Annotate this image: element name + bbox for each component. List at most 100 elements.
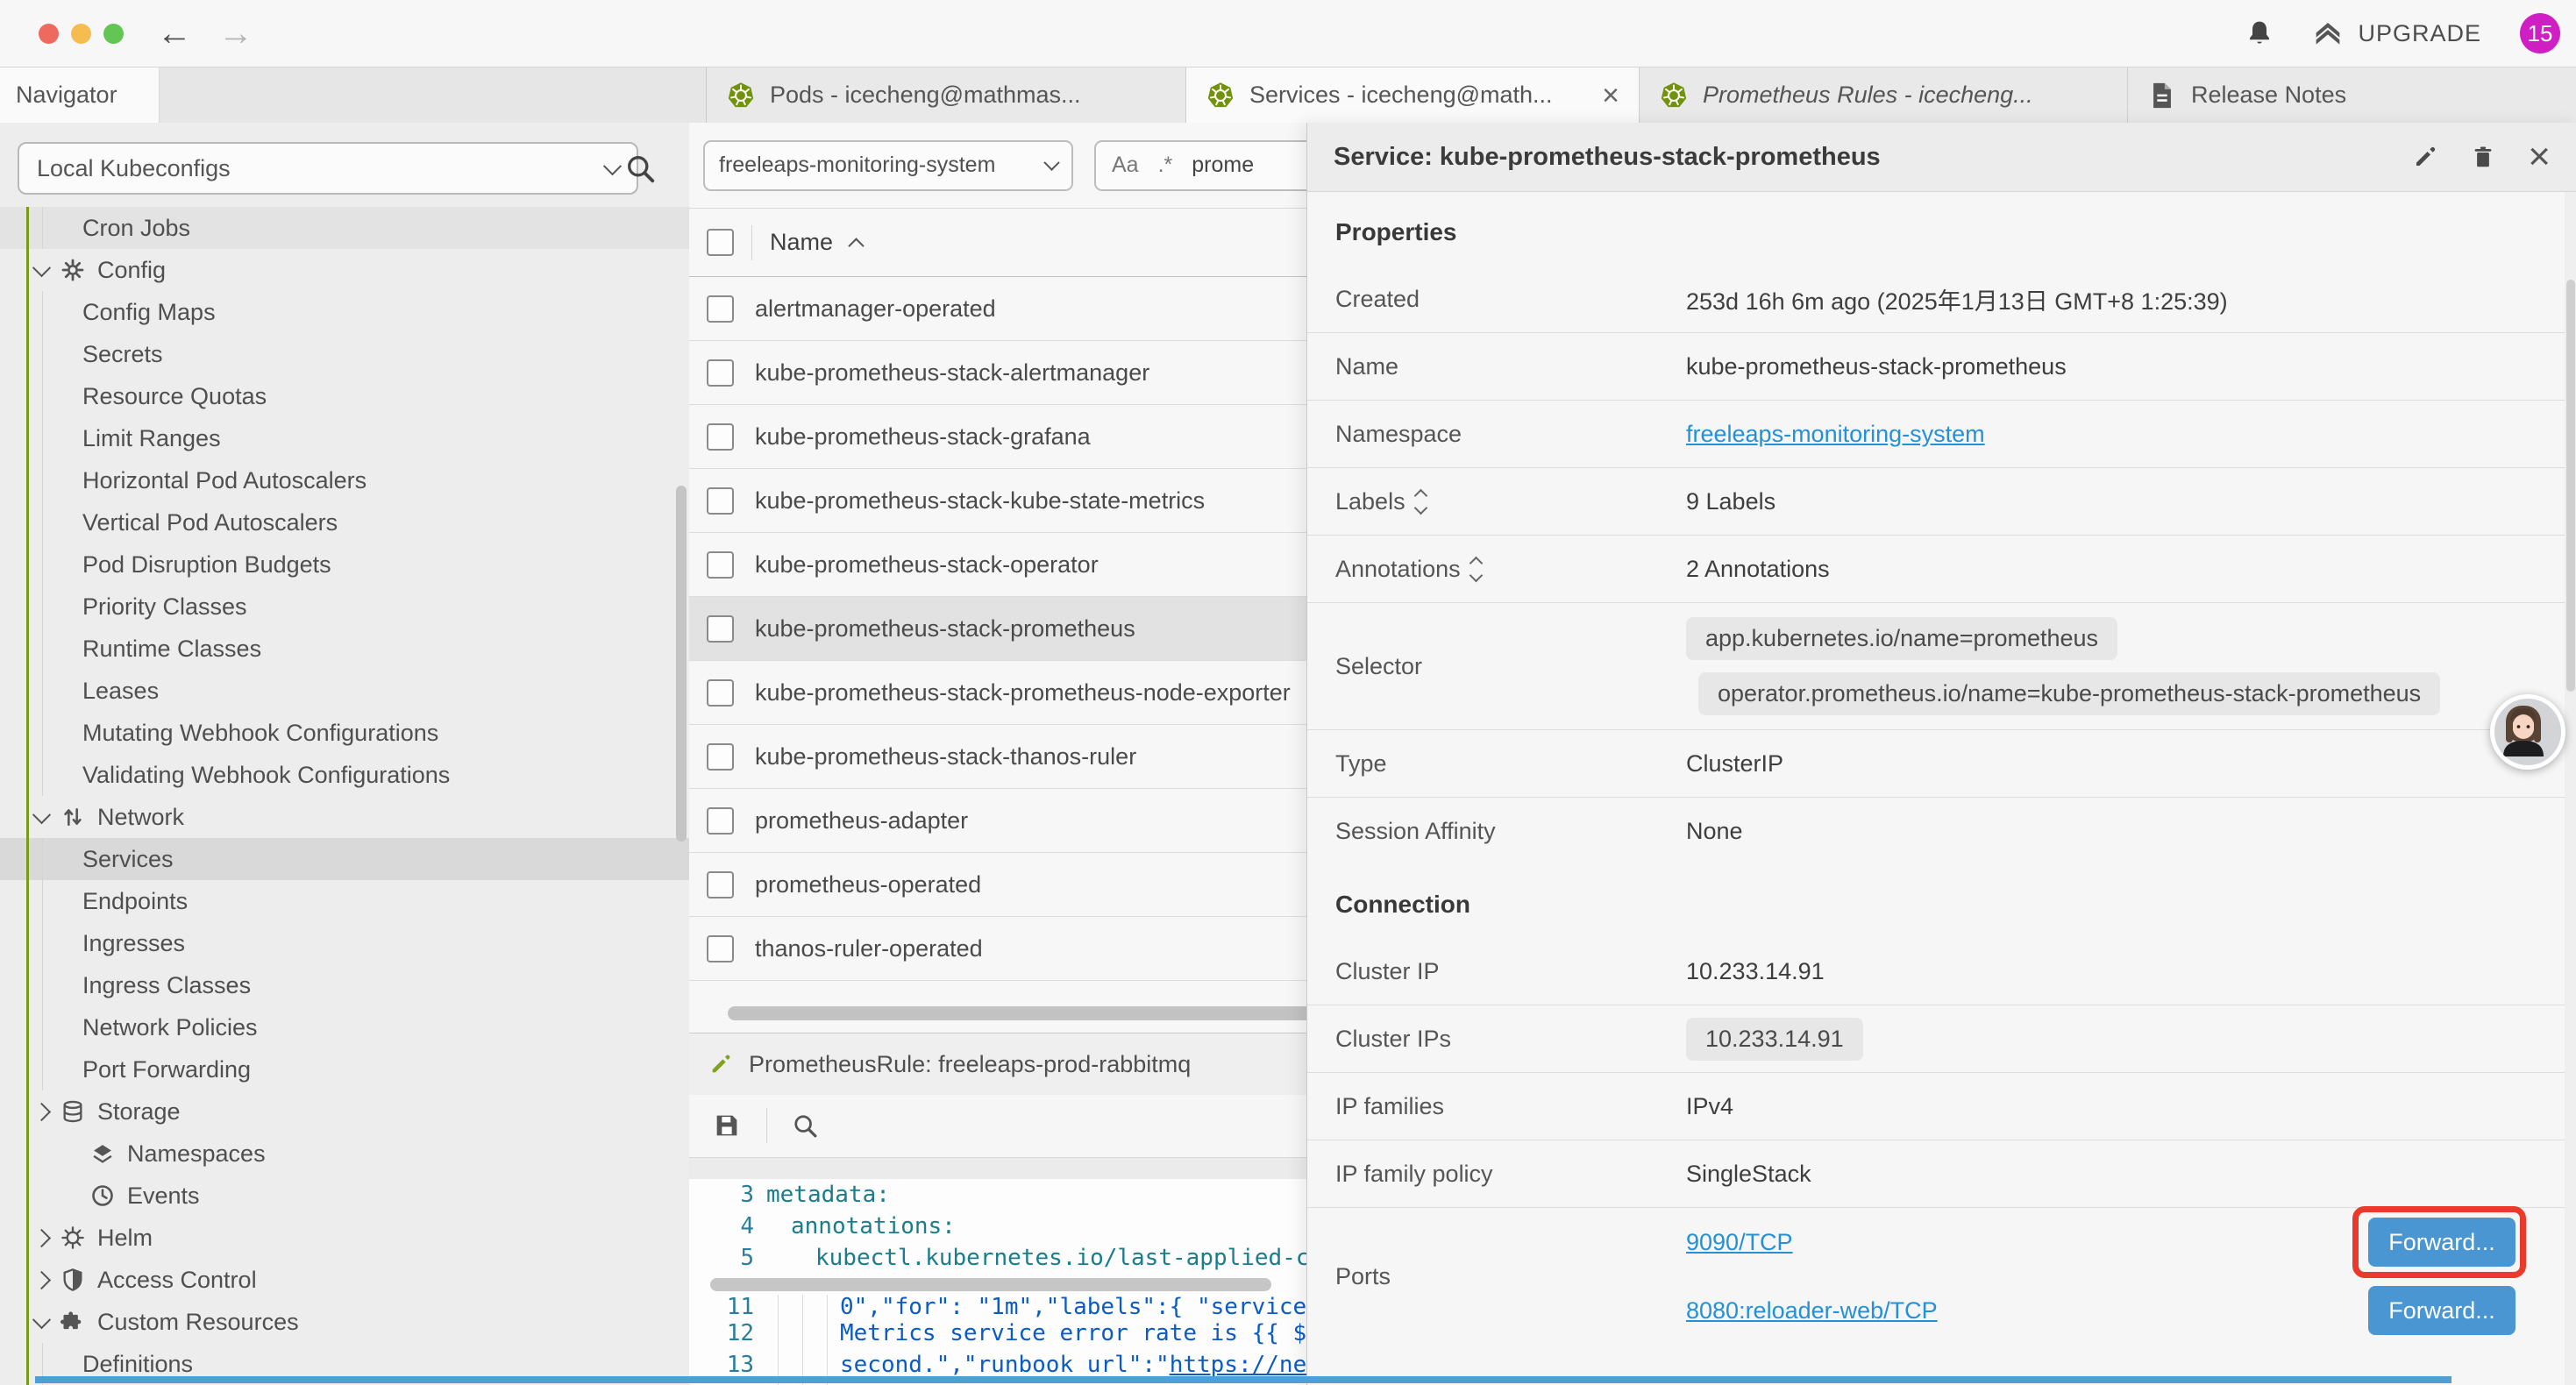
sidebar-item-leases[interactable]: Leases [0, 670, 689, 712]
tab-release-notes[interactable]: Release Notes [2128, 67, 2576, 123]
sidebar-item-storage[interactable]: Storage [0, 1090, 689, 1133]
sidebar-scrollbar[interactable] [676, 486, 687, 842]
sort-updown-icon[interactable] [1471, 558, 1481, 580]
table-row[interactable]: kube-prometheus-stack-alertmanager [689, 341, 1306, 405]
sidebar-item-ingress-classes[interactable]: Ingress Classes [0, 964, 689, 1006]
sidebar-item-pod-disruption-budgets[interactable]: Pod Disruption Budgets [0, 543, 689, 586]
sidebar-item-custom-resources[interactable]: Custom Resources [0, 1301, 689, 1343]
sidebar-item-priority-classes[interactable]: Priority Classes [0, 586, 689, 628]
tab-pods-icecheng-mathmas-[interactable]: Pods - icecheng@mathmas... [707, 67, 1186, 123]
row-checkbox[interactable] [707, 423, 734, 451]
table-row[interactable]: alertmanager-operated [689, 277, 1306, 341]
sort-updown-icon[interactable] [1416, 491, 1426, 513]
edit-pencil-icon[interactable] [2412, 144, 2438, 170]
table-row[interactable]: thanos-ruler-operated [689, 917, 1306, 981]
sidebar-item-horizontal-pod-autoscalers[interactable]: Horizontal Pod Autoscalers [0, 459, 689, 501]
chevron-down-icon[interactable] [32, 1310, 51, 1329]
chevron-right-icon[interactable] [32, 1228, 51, 1246]
row-checkbox[interactable] [707, 615, 734, 643]
sidebar-item-network-policies[interactable]: Network Policies [0, 1006, 689, 1048]
sidebar-item-network[interactable]: Network [0, 796, 689, 838]
yaml-editor[interactable]: 3metadata:4annotations:5kubectl.kubernet… [689, 1179, 1306, 1385]
sidebar-item-config[interactable]: Config [0, 249, 689, 291]
row-checkbox[interactable] [707, 679, 734, 707]
chevron-right-icon[interactable] [32, 1270, 51, 1289]
row-checkbox[interactable] [707, 743, 734, 771]
editor-tab[interactable]: PrometheusRule: freeleaps-prod-rabbitmq [689, 1033, 1306, 1095]
editor-horizontal-scrollbar[interactable] [710, 1278, 1271, 1291]
port-link[interactable]: 9090/TCP [1686, 1229, 1793, 1256]
tab-prometheus-rules-icecheng-[interactable]: Prometheus Rules - icecheng... [1640, 67, 2128, 123]
namespace-filter-dropdown[interactable]: freeleaps-monitoring-system [703, 140, 1073, 191]
tab-services-icecheng-math-[interactable]: Services - icecheng@math...× [1186, 67, 1640, 123]
sidebar-item-secrets[interactable]: Secrets [0, 333, 689, 375]
row-checkbox[interactable] [707, 295, 734, 323]
table-row[interactable]: kube-prometheus-stack-operator [689, 533, 1306, 597]
save-icon[interactable] [712, 1111, 742, 1140]
sidebar-item-validating-webhook-configurations[interactable]: Validating Webhook Configurations [0, 754, 689, 796]
sidebar-item-endpoints[interactable]: Endpoints [0, 880, 689, 922]
table-horizontal-scrollbar[interactable] [728, 1006, 1306, 1020]
row-checkbox[interactable] [707, 935, 734, 962]
panel-scrollbar[interactable] [2566, 280, 2575, 692]
name-column-header[interactable]: Name [770, 229, 833, 256]
table-row[interactable]: kube-prometheus-stack-prometheus-node-ex… [689, 661, 1306, 725]
sidebar-item-services[interactable]: Services [0, 838, 689, 880]
sidebar-item-resource-quotas[interactable]: Resource Quotas [0, 375, 689, 417]
port-link[interactable]: 8080:reloader-web/TCP [1686, 1297, 1938, 1325]
row-checkbox[interactable] [707, 871, 734, 898]
chevron-down-icon[interactable] [32, 259, 51, 277]
service-name: kube-prometheus-stack-thanos-ruler [755, 743, 1136, 771]
sidebar-item-events[interactable]: Events [0, 1175, 689, 1217]
sidebar-item-helm[interactable]: Helm [0, 1217, 689, 1259]
back-arrow-icon[interactable]: ← [157, 16, 192, 51]
sidebar-item-namespaces[interactable]: Namespaces [0, 1133, 689, 1175]
close-window-button[interactable] [39, 24, 59, 44]
sidebar-item-port-forwarding[interactable]: Port Forwarding [0, 1048, 689, 1090]
sidebar-item-cron-jobs[interactable]: Cron Jobs [0, 207, 689, 249]
editor-search-icon[interactable] [792, 1112, 818, 1139]
trash-icon[interactable] [2470, 144, 2496, 170]
row-checkbox[interactable] [707, 807, 734, 835]
table-row[interactable]: kube-prometheus-stack-prometheus [689, 597, 1306, 661]
selector-badge: app.kubernetes.io/name=prometheus [1686, 617, 2117, 660]
forward-arrow-icon[interactable]: → [218, 16, 253, 51]
forward-button[interactable]: Forward... [2368, 1286, 2516, 1335]
maximize-window-button[interactable] [103, 24, 124, 44]
row-checkbox[interactable] [707, 359, 734, 387]
sidebar-item-runtime-classes[interactable]: Runtime Classes [0, 628, 689, 670]
resource-tree: Cron JobsConfigConfig MapsSecretsResourc… [0, 207, 689, 1385]
kubeconfig-selector[interactable]: Local Kubeconfigs [18, 142, 638, 195]
notifications-badge[interactable]: 15 [2520, 13, 2560, 53]
regex-toggle[interactable]: .* [1158, 153, 1173, 178]
sidebar-item-config-maps[interactable]: Config Maps [0, 291, 689, 333]
sidebar-item-vertical-pod-autoscalers[interactable]: Vertical Pod Autoscalers [0, 501, 689, 543]
close-tab-icon[interactable]: × [1602, 82, 1619, 109]
row-checkbox[interactable] [707, 487, 734, 515]
table-row[interactable]: kube-prometheus-stack-grafana [689, 405, 1306, 469]
navigator-tab[interactable]: Navigator [0, 67, 160, 123]
row-checkbox[interactable] [707, 551, 734, 579]
resource-search-input[interactable]: Aa .* prome [1094, 140, 1306, 191]
sidebar-item-mutating-webhook-configurations[interactable]: Mutating Webhook Configurations [0, 712, 689, 754]
table-row[interactable]: prometheus-operated [689, 853, 1306, 917]
line-number: 5 [689, 1242, 754, 1274]
sort-ascending-icon[interactable] [848, 238, 864, 253]
sidebar-item-access-control[interactable]: Access Control [0, 1259, 689, 1301]
table-row[interactable]: kube-prometheus-stack-kube-state-metrics [689, 469, 1306, 533]
chevron-right-icon[interactable] [32, 1102, 51, 1120]
user-avatar[interactable] [2490, 694, 2565, 770]
bell-icon[interactable] [2245, 19, 2274, 47]
minimize-window-button[interactable] [71, 24, 91, 44]
select-all-checkbox[interactable] [707, 229, 734, 256]
property-value-link[interactable]: freeleaps-monitoring-system [1686, 421, 1985, 448]
match-case-toggle[interactable]: Aa [1112, 153, 1139, 178]
sidebar-search-icon[interactable] [624, 153, 656, 184]
sidebar-item-limit-ranges[interactable]: Limit Ranges [0, 417, 689, 459]
chevron-down-icon[interactable] [32, 806, 51, 824]
table-row[interactable]: kube-prometheus-stack-thanos-ruler [689, 725, 1306, 789]
upgrade-button[interactable]: UPGRADE [2312, 19, 2481, 47]
sidebar-item-ingresses[interactable]: Ingresses [0, 922, 689, 964]
table-row[interactable]: prometheus-adapter [689, 789, 1306, 853]
close-icon[interactable]: × [2528, 139, 2551, 174]
